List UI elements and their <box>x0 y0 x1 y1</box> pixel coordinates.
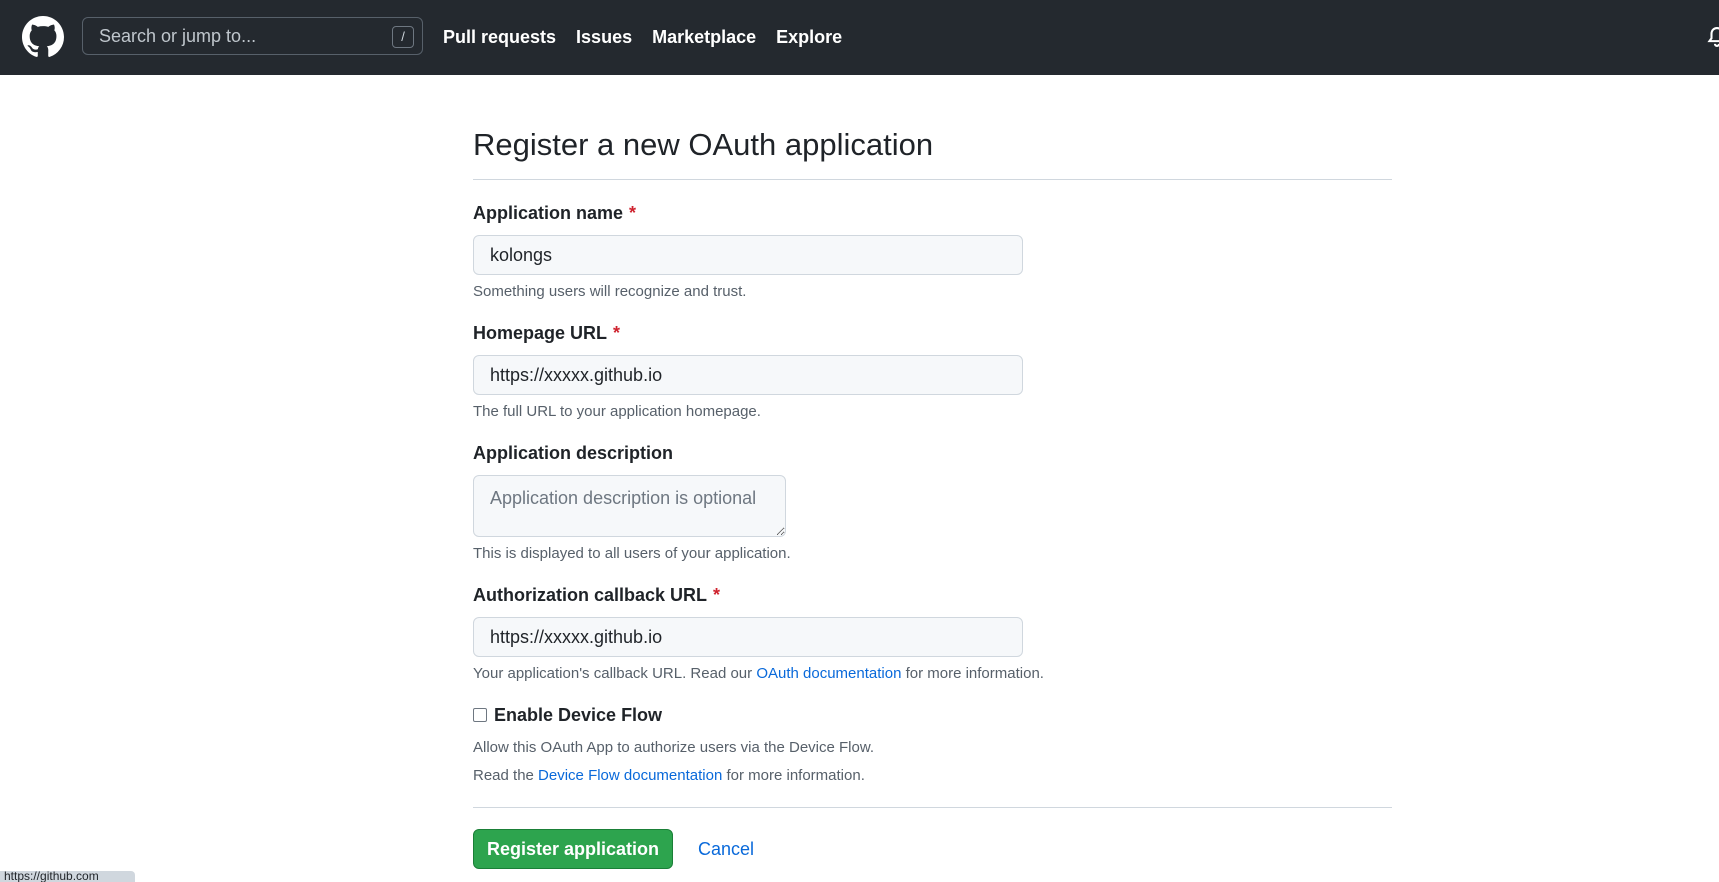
cancel-link[interactable]: Cancel <box>698 839 754 860</box>
search-input[interactable] <box>83 18 422 54</box>
top-header: / Pull requests Issues Marketplace Explo… <box>0 0 1719 75</box>
bell-icon[interactable] <box>1706 25 1719 49</box>
nav-issues[interactable]: Issues <box>576 27 632 48</box>
device-flow-documentation-link[interactable]: Device Flow documentation <box>538 767 722 784</box>
app-name-field[interactable] <box>473 235 1023 275</box>
oauth-documentation-link[interactable]: OAuth documentation <box>756 665 901 682</box>
search-box[interactable]: / <box>82 17 423 55</box>
required-mark: * <box>713 585 721 605</box>
required-mark: * <box>629 203 637 223</box>
nav-marketplace[interactable]: Marketplace <box>652 27 756 48</box>
status-bar: https://github.com <box>0 871 135 882</box>
device-flow-checkbox[interactable] <box>473 707 487 722</box>
actions-divider <box>473 807 1392 808</box>
nav-explore[interactable]: Explore <box>776 27 842 48</box>
required-mark: * <box>613 323 621 343</box>
device-flow-label[interactable]: Enable Device Flow <box>494 705 662 726</box>
callback-url-label: Authorization callback URL * <box>473 585 721 605</box>
homepage-url-label: Homepage URL * <box>473 323 621 343</box>
github-logo-icon[interactable] <box>22 16 64 58</box>
title-divider <box>473 179 1392 180</box>
primary-nav: Pull requests Issues Marketplace Explore <box>443 0 842 75</box>
page-title: Register a new OAuth application <box>473 127 934 162</box>
homepage-url-note: The full URL to your application homepag… <box>473 403 761 420</box>
description-label: Application description <box>473 443 674 463</box>
callback-url-note: Your application's callback URL. Read ou… <box>473 665 1044 682</box>
description-textarea[interactable] <box>473 475 786 537</box>
app-name-note: Something users will recognize and trust… <box>473 283 747 300</box>
status-bar-url: https://github.com <box>4 871 99 882</box>
device-flow-doc-note: Read the Device Flow documentation for m… <box>473 767 865 784</box>
device-flow-row[interactable]: Enable Device Flow <box>473 705 662 726</box>
homepage-url-field[interactable] <box>473 355 1023 395</box>
description-note: This is displayed to all users of your a… <box>473 545 791 562</box>
app-name-label: Application name * <box>473 203 637 223</box>
register-application-button[interactable]: Register application <box>473 829 673 869</box>
device-flow-note: Allow this OAuth App to authorize users … <box>473 739 875 756</box>
callback-url-field[interactable] <box>473 617 1023 657</box>
search-shortcut-hint: / <box>392 26 414 48</box>
nav-pull-requests[interactable]: Pull requests <box>443 27 556 48</box>
